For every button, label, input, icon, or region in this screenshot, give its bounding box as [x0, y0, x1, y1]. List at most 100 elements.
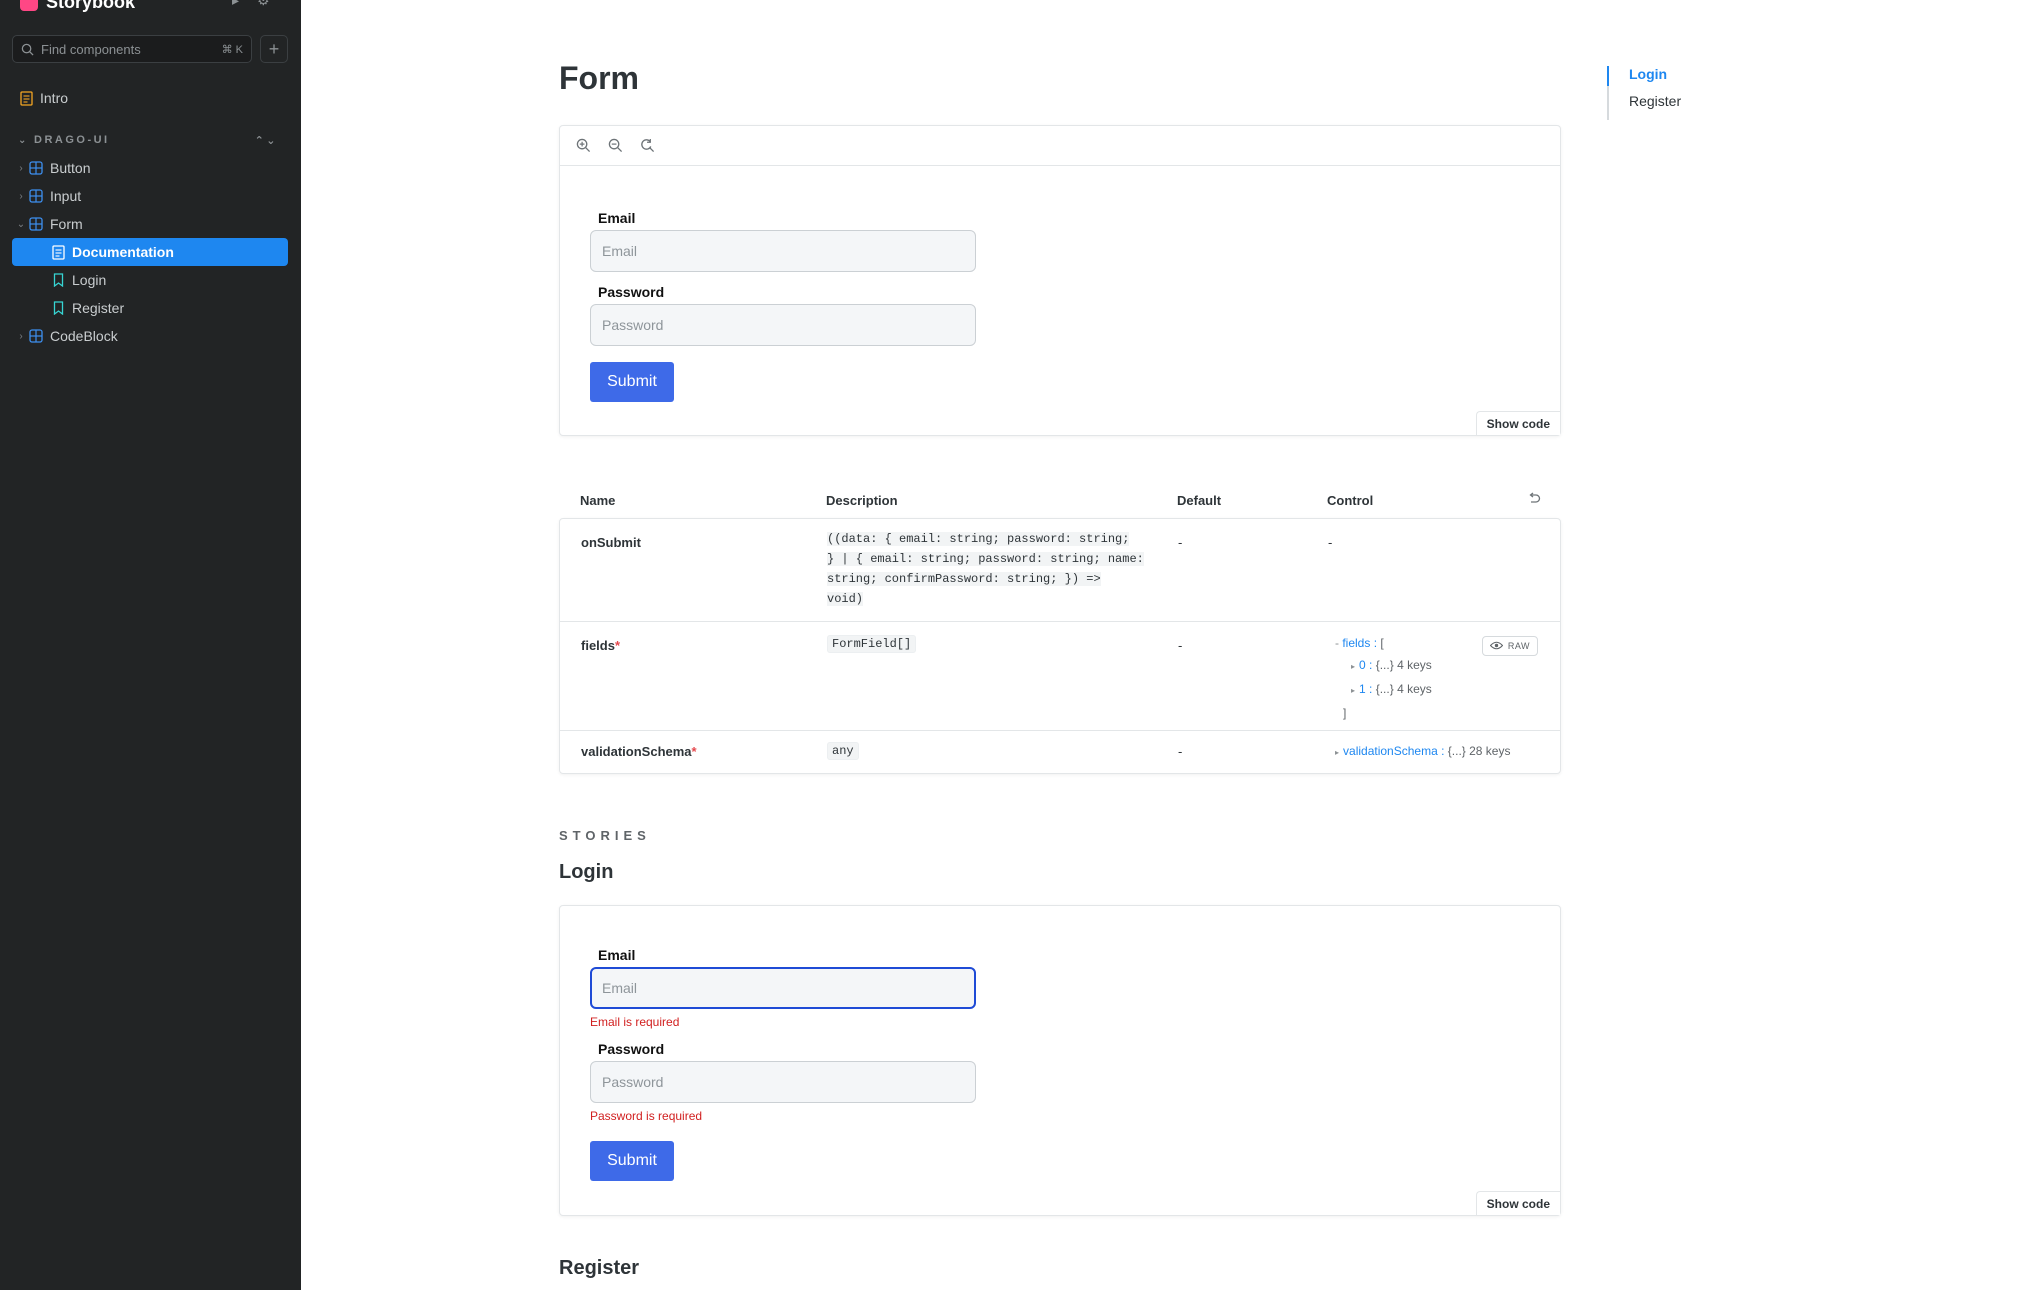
brand-name: Storybook	[46, 0, 136, 12]
submit-button[interactable]: Submit	[590, 1141, 674, 1181]
json-summary: {...} 4 keys	[1375, 682, 1432, 696]
type-badge: any	[827, 742, 859, 760]
primary-story-canvas: Email Email Password Password Submit Sho…	[559, 125, 1561, 436]
arg-name: validationSchema*	[581, 744, 697, 759]
login-story-canvas: Email Email Email is required Password P…	[559, 905, 1561, 1216]
type-badge: FormField[]	[827, 635, 917, 653]
sidebar: Storybook ▸ ⚙ Find components ⌘ K + Intr…	[0, 0, 301, 1290]
search-input[interactable]: Find components	[41, 42, 215, 57]
desc-line: string; confirmPassword: string; }) =>	[827, 572, 1101, 586]
show-code-button[interactable]: Show code	[1475, 1191, 1560, 1215]
email-label: Email	[598, 947, 636, 963]
json-summary: {...} 4 keys	[1375, 658, 1432, 672]
desc-line: } | { email: string; password: string; n…	[827, 552, 1144, 566]
group-label: DRAGO-UI	[34, 134, 110, 146]
sidebar-item-button[interactable]: › Button	[12, 154, 288, 182]
json-item[interactable]: ▸ 1 : {...} 4 keys	[1335, 678, 1432, 702]
toc-item-register[interactable]: Register	[1629, 93, 1681, 120]
reset-controls-icon[interactable]	[1527, 492, 1541, 509]
chevron-right-icon: ›	[19, 330, 23, 342]
email-field[interactable]: Email	[590, 967, 976, 1009]
password-error-message: Password is required	[590, 1109, 703, 1123]
json-close: ]	[1343, 706, 1347, 720]
fields-json-control[interactable]: - fields : [ ▸ 0 : {...} 4 keys ▸ 1 : {...…	[1335, 632, 1432, 724]
toc-item-login[interactable]: Login	[1629, 66, 1681, 93]
play-icon[interactable]: ▸	[232, 0, 239, 9]
story-title-register: Register	[559, 1257, 640, 1279]
plus-icon: +	[268, 38, 280, 59]
required-marker: *	[691, 744, 697, 759]
sidebar-item-label: Input	[50, 188, 82, 204]
chevron-down-icon: ⌄	[18, 134, 29, 146]
header-name: Name	[580, 492, 616, 508]
document-icon	[50, 244, 66, 260]
zoom-out-icon[interactable]	[606, 137, 624, 155]
sidebar-item-codeblock[interactable]: › CodeBlock	[12, 322, 288, 350]
eye-icon	[1489, 641, 1504, 652]
sidebar-item-label: Documentation	[72, 244, 174, 260]
expand-collapse-icon[interactable]: ⌃⌄	[255, 134, 278, 147]
search-field[interactable]: Find components ⌘ K	[12, 35, 252, 63]
sidebar-group-drago-ui[interactable]: ⌄ DRAGO-UI ⌃⌄	[12, 126, 288, 154]
sidebar-tree: Intro ⌄ DRAGO-UI ⌃⌄ › Button › Input ⌄ F…	[12, 84, 288, 350]
password-field[interactable]: Password	[590, 304, 976, 346]
search-icon	[21, 43, 34, 56]
email-label: Email	[598, 210, 636, 226]
zoom-reset-icon[interactable]	[638, 137, 656, 155]
sidebar-item-label: Register	[72, 300, 125, 316]
caret-right-icon: ▸	[1351, 686, 1356, 695]
sidebar-item-register[interactable]: Register	[12, 294, 288, 322]
submit-button[interactable]: Submit	[590, 362, 674, 402]
table-row: fields* FormField[] - - fields : [ ▸ 0 : …	[560, 621, 1560, 730]
email-error-message: Email is required	[590, 1015, 680, 1029]
header-default: Default	[1177, 492, 1222, 508]
json-item[interactable]: ▸ 0 : {...} 4 keys	[1335, 654, 1432, 678]
args-table-header: Name Description Default Control	[559, 482, 1561, 518]
arg-name: onSubmit	[581, 535, 641, 550]
component-icon	[28, 328, 44, 344]
arg-name: fields*	[581, 638, 620, 653]
component-icon	[28, 188, 44, 204]
json-open: [	[1380, 636, 1384, 650]
sidebar-item-intro[interactable]: Intro	[12, 84, 288, 112]
bookmark-icon	[50, 272, 66, 288]
arg-default: -	[1178, 744, 1183, 759]
json-key: validationSchema	[1343, 744, 1438, 758]
sidebar-item-login[interactable]: Login	[12, 266, 288, 294]
arg-control: -	[1328, 535, 1333, 550]
json-index: 1	[1359, 682, 1366, 696]
json-root[interactable]: - fields : [	[1335, 632, 1432, 654]
gear-icon[interactable]: ⚙	[257, 0, 270, 9]
email-field[interactable]: Email	[590, 230, 976, 272]
arg-default: -	[1178, 535, 1183, 550]
add-button[interactable]: +	[260, 35, 288, 63]
bookmark-icon	[50, 300, 66, 316]
desc-line: void)	[827, 592, 864, 606]
arg-name-text: fields	[581, 638, 615, 653]
password-field[interactable]: Password	[590, 1061, 976, 1103]
sidebar-item-label: Button	[50, 160, 91, 176]
show-code-button[interactable]: Show code	[1475, 411, 1560, 435]
arg-description: any	[827, 741, 1157, 761]
args-table: onSubmit ((data: { email: string; passwo…	[559, 518, 1561, 774]
sidebar-item-documentation[interactable]: Documentation	[12, 238, 288, 266]
table-row: validationSchema* any - ▸ validationSchem…	[560, 730, 1560, 773]
json-index: 0	[1359, 658, 1366, 672]
search-shortcut: ⌘ K	[221, 43, 243, 56]
sidebar-item-label: Intro	[40, 90, 69, 106]
canvas-toolbar	[560, 126, 1560, 166]
validation-schema-json-control[interactable]: ▸ validationSchema : {...} 28 keys	[1335, 740, 1510, 764]
login-form: Email Email Email is required Password P…	[590, 947, 976, 1181]
chevron-down-icon: ⌄	[16, 218, 26, 230]
raw-toggle-button[interactable]: RAW	[1481, 636, 1538, 656]
page-title: Form	[559, 60, 639, 96]
sidebar-item-input[interactable]: › Input	[12, 182, 288, 210]
zoom-in-icon[interactable]	[574, 137, 592, 155]
arg-name-text: validationSchema	[581, 744, 692, 759]
arg-description: FormField[]	[827, 634, 1157, 654]
storybook-brand[interactable]: Storybook	[20, 0, 135, 14]
sidebar-item-form[interactable]: ⌄ Form	[12, 210, 288, 238]
required-marker: *	[614, 638, 621, 653]
arg-description: ((data: { email: string; password: strin…	[827, 529, 1157, 609]
sidebar-item-label: Login	[72, 272, 107, 288]
